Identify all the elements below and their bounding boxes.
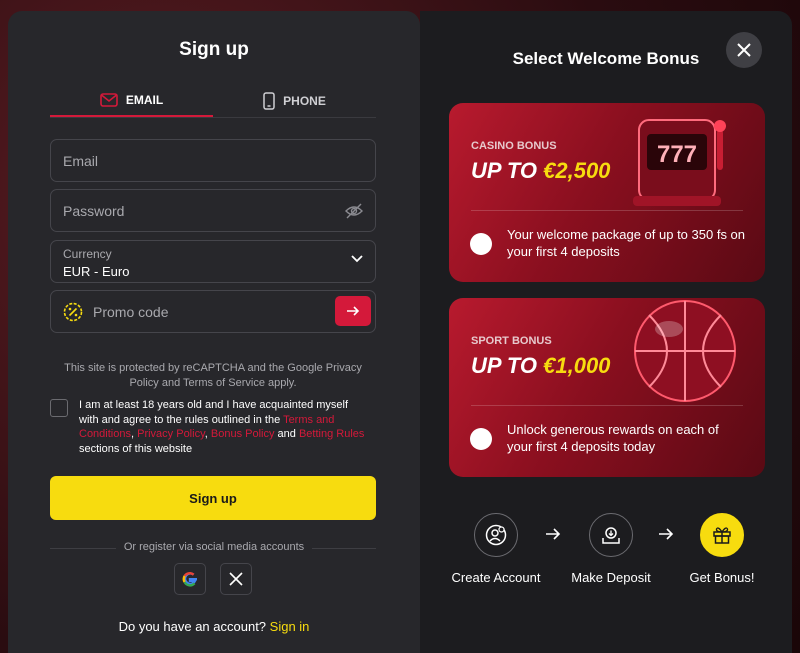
google-button[interactable] (174, 563, 206, 595)
privacy-link[interactable]: Privacy Policy (137, 428, 205, 440)
sign-in-prompt: Do you have an account? Sign in (8, 619, 420, 634)
agree-suffix: sections of this website (79, 442, 193, 455)
step-get-bonus: Get Bonus! (672, 513, 772, 585)
card-divider (471, 210, 743, 211)
sign-in-link[interactable]: Sign in (270, 619, 310, 634)
step-create-account: Create Account (446, 513, 546, 585)
arrow-right-icon (546, 528, 561, 540)
user-add-icon (485, 524, 507, 546)
sport-amount-value: €1,000 (543, 353, 611, 378)
casino-amount-value: €2,500 (543, 158, 611, 183)
close-icon (737, 43, 751, 57)
basketball-icon (634, 300, 736, 402)
step-circle (589, 513, 633, 557)
sport-bonus-kind: SPORT BONUS (471, 335, 552, 347)
terms-checkbox[interactable] (50, 399, 68, 417)
svg-text:777: 777 (657, 141, 697, 168)
currency-select[interactable]: Currency EUR - Euro (50, 240, 376, 283)
casino-bonus-kind: CASINO BONUS (471, 140, 557, 152)
arrow-right-icon (347, 306, 360, 316)
promo-submit-button[interactable] (335, 296, 371, 326)
sport-bonus-card[interactable]: SPORT BONUS UP TO €1,000 Unlock generous… (449, 298, 765, 477)
casino-amount-prefix: UP TO (471, 158, 544, 183)
and-text: and (274, 428, 299, 440)
step-label: Get Bonus! (689, 570, 755, 585)
tab-email-label: EMAIL (125, 93, 164, 107)
step-label: Create Account (451, 570, 541, 585)
signup-button[interactable]: Sign up (50, 476, 376, 520)
email-placeholder: Email (63, 152, 99, 169)
gift-icon (713, 527, 731, 544)
phone-icon (263, 92, 275, 110)
card-divider (471, 405, 743, 406)
promo-code-field[interactable]: Promo code (50, 290, 376, 333)
bonus-steps: Create Account Make Deposit Get Bonus! (444, 513, 774, 593)
social-label-text: Or register via social media accounts (115, 541, 313, 553)
discount-icon (63, 302, 83, 321)
x-logo-icon (229, 572, 243, 586)
step-label: Make Deposit (571, 570, 651, 585)
casino-bonus-radio[interactable] (470, 233, 492, 255)
step-make-deposit: Make Deposit (561, 513, 661, 585)
terms-text: I am at least 18 years old and I have ac… (79, 398, 369, 456)
casino-bonus-card[interactable]: 777 CASINO BONUS UP TO €2,500 Your welco… (449, 103, 765, 282)
sport-bonus-radio[interactable] (470, 428, 492, 450)
deposit-icon (602, 527, 620, 544)
social-label: Or register via social media accounts (8, 541, 420, 553)
tab-phone-label: PHONE (283, 94, 326, 108)
close-button[interactable] (726, 32, 762, 68)
tab-email[interactable]: EMAIL (50, 85, 213, 117)
promo-placeholder: Promo code (93, 303, 169, 320)
password-field[interactable]: Password (50, 189, 376, 232)
casino-bonus-description: Your welcome package of up to 350 fs on … (507, 227, 746, 259)
chevron-down-icon (351, 255, 363, 263)
currency-label: Currency (63, 246, 112, 261)
step-circle (700, 513, 744, 557)
recaptcha-notice: This site is protected by reCAPTCHA and … (64, 362, 362, 389)
mail-icon (100, 93, 118, 107)
email-field[interactable]: Email (50, 139, 376, 182)
casino-bonus-amount: UP TO €2,500 (471, 158, 610, 184)
page-title: Sign up (179, 39, 249, 60)
signup-panel: Sign up EMAIL PHONE Email Password Curre… (8, 11, 420, 653)
currency-value: EUR - Euro (63, 263, 130, 279)
tab-phone[interactable]: PHONE (213, 85, 376, 117)
bonus-panel: Select Welcome Bonus 777 CASINO BONUS UP… (420, 11, 792, 653)
sport-bonus-amount: UP TO €1,000 (471, 353, 610, 379)
tab-divider (50, 117, 376, 118)
sport-bonus-description: Unlock generous rewards on each of your … (507, 422, 719, 454)
signup-tabs: EMAIL PHONE (50, 85, 376, 117)
eye-off-icon[interactable] (345, 203, 363, 219)
password-placeholder: Password (63, 202, 125, 219)
bonus-policy-link[interactable]: Bonus Policy (211, 428, 275, 440)
sport-amount-prefix: UP TO (471, 353, 544, 378)
step-circle (474, 513, 518, 557)
betting-rules-link[interactable]: Betting Rules (299, 428, 364, 440)
google-icon (182, 572, 197, 587)
x-twitter-button[interactable] (220, 563, 252, 595)
account-question: Do you have an account? (118, 619, 267, 634)
slot-machine-icon: 777 (633, 119, 726, 206)
